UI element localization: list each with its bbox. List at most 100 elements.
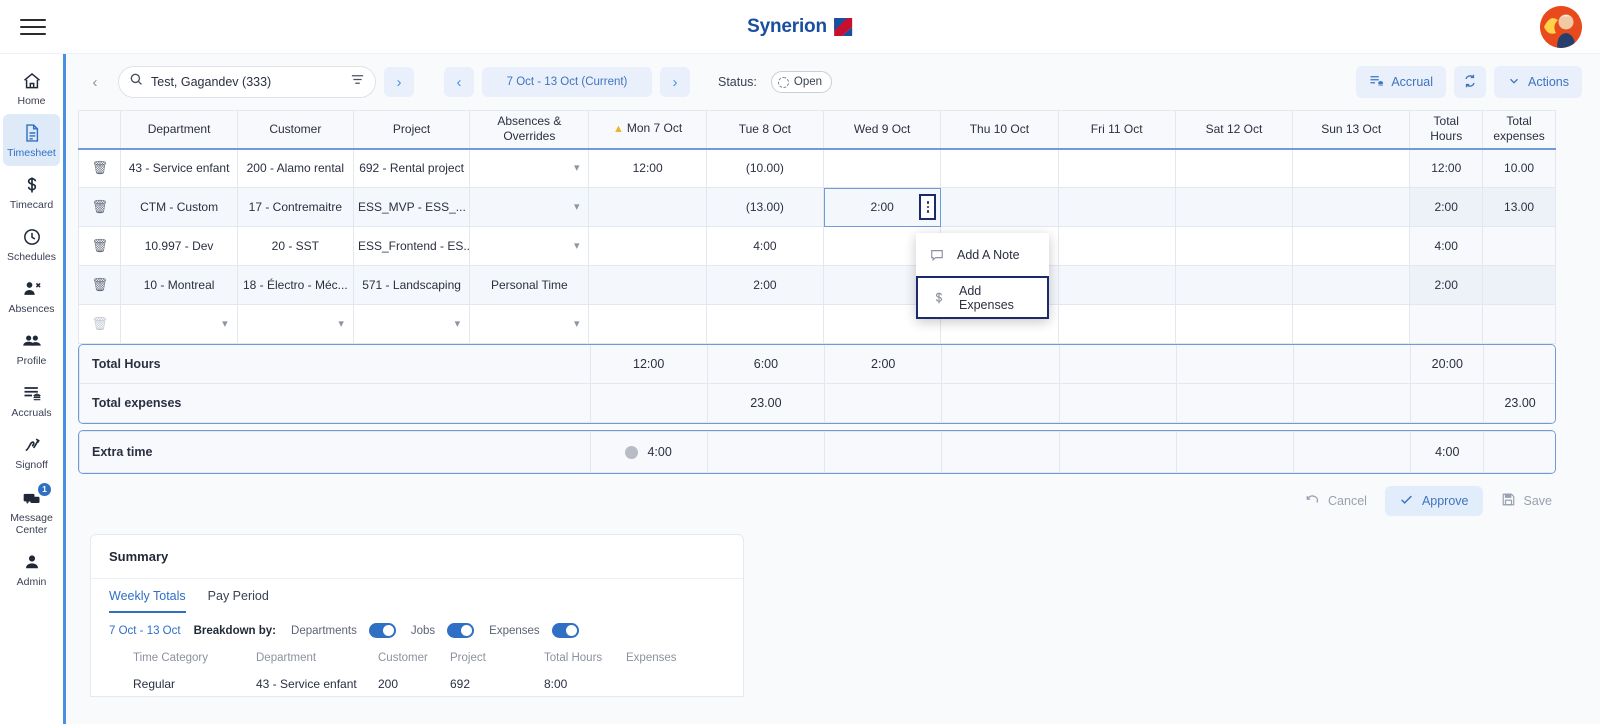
chevron-down-icon bbox=[1507, 74, 1521, 91]
cell-department[interactable]: ▾ bbox=[120, 304, 238, 344]
cell-project[interactable]: ESS_MVP - ESS_... bbox=[352, 187, 471, 227]
cell-day-mon[interactable] bbox=[588, 226, 707, 266]
cell-customer[interactable]: ▾ bbox=[236, 304, 354, 344]
cell-day-fri[interactable] bbox=[1057, 187, 1176, 227]
cell-kebab-menu-button[interactable] bbox=[919, 194, 937, 220]
sum-project: 692 bbox=[450, 677, 471, 691]
filter-icon[interactable] bbox=[350, 72, 365, 92]
cancel-button[interactable]: Cancel bbox=[1291, 486, 1381, 516]
cell-day-sun[interactable] bbox=[1292, 226, 1411, 266]
cell-day-tue[interactable]: (13.00) bbox=[705, 187, 825, 227]
cell-project[interactable]: ESS_Frontend - ES... bbox=[352, 226, 471, 266]
cell-customer[interactable]: 20 - SST bbox=[236, 226, 354, 266]
menu-item-add-expenses[interactable]: Add Expenses bbox=[916, 276, 1049, 319]
sidebar-item-timecard[interactable]: Timecard bbox=[0, 166, 63, 218]
approve-button[interactable]: Approve bbox=[1384, 486, 1483, 516]
menu-item-add-note[interactable]: Add A Note bbox=[916, 233, 1049, 276]
sidebar-item-accruals[interactable]: Accruals bbox=[0, 374, 63, 426]
cell-absences[interactable]: ▾ bbox=[469, 226, 590, 266]
total-expenses-row: Total expenses 23.00 23.00 bbox=[79, 383, 1555, 423]
cell-day-mon[interactable] bbox=[588, 187, 707, 227]
synerion-mark-icon bbox=[832, 16, 853, 37]
cell-day-sat[interactable] bbox=[1174, 148, 1294, 188]
hamburger-icon[interactable] bbox=[20, 15, 54, 39]
cell-day-wed-selected[interactable]: 2:00 bbox=[823, 187, 942, 227]
prev-employee-button[interactable]: ‹ bbox=[80, 67, 110, 97]
user-avatar[interactable] bbox=[1540, 6, 1582, 48]
cell-project[interactable]: ▾ bbox=[352, 304, 471, 344]
delete-row-button[interactable]: 🗑 bbox=[77, 226, 122, 266]
toggle-departments[interactable] bbox=[368, 623, 396, 638]
sum-th-customer: Customer bbox=[378, 652, 428, 664]
th-total-expenses: Total expenses bbox=[1482, 110, 1556, 150]
cell-total-hours: 4:00 bbox=[1409, 226, 1484, 266]
cell-day-sun[interactable] bbox=[1292, 187, 1411, 227]
toggle-expenses[interactable] bbox=[551, 623, 579, 638]
sidebar-item-timesheet[interactable]: Timesheet bbox=[3, 114, 60, 167]
sidebar-item-schedules[interactable]: Schedules bbox=[0, 218, 63, 270]
sum-th-expenses: Expenses bbox=[626, 652, 677, 664]
cell-absences[interactable]: ▾ bbox=[469, 148, 590, 188]
cell-day-fri[interactable] bbox=[1057, 265, 1176, 305]
cell-customer[interactable]: 200 - Alamo rental bbox=[236, 148, 354, 188]
cell-day-mon[interactable] bbox=[588, 265, 707, 305]
dollar-icon bbox=[932, 291, 946, 305]
search-input[interactable] bbox=[151, 75, 343, 89]
delete-row-button[interactable]: 🗑 bbox=[77, 148, 122, 188]
toggle-jobs[interactable] bbox=[447, 623, 475, 638]
cell-day-sat[interactable] bbox=[1174, 265, 1294, 305]
cell-day-sun[interactable] bbox=[1292, 148, 1411, 188]
cell-customer[interactable]: 17 - Contremaitre bbox=[236, 187, 354, 227]
sidebar-item-absences[interactable]: Absences bbox=[0, 270, 63, 322]
cell-total-hours: 2:00 bbox=[1409, 265, 1484, 305]
cell-project[interactable]: 571 - Landscaping bbox=[352, 265, 471, 305]
sidebar-item-message-center[interactable]: 1 Message Center bbox=[0, 479, 63, 543]
cell-day-tue[interactable]: 2:00 bbox=[705, 265, 825, 305]
cell-day-sat[interactable] bbox=[1174, 187, 1294, 227]
cell-day-thu[interactable] bbox=[940, 148, 1059, 188]
period-selector[interactable]: 7 Oct - 13 Oct (Current) bbox=[482, 67, 652, 97]
sidebar-item-home[interactable]: Home bbox=[0, 62, 63, 114]
cell-day-sun[interactable] bbox=[1292, 265, 1411, 305]
employee-search[interactable] bbox=[118, 66, 376, 98]
extra-time-mon-value: 4:00 bbox=[647, 444, 672, 459]
cell-department[interactable]: 10.997 - Dev bbox=[120, 226, 238, 266]
sidebar-item-admin[interactable]: Admin bbox=[0, 543, 63, 595]
cell-department[interactable]: CTM - Custom bbox=[120, 187, 238, 227]
accrual-button[interactable]: Accrual bbox=[1356, 66, 1446, 98]
cell-absences[interactable]: ▾ bbox=[469, 187, 590, 227]
cell-absences[interactable]: ▾ bbox=[469, 304, 590, 344]
cell-day-fri[interactable] bbox=[1057, 148, 1176, 188]
cell-day-mon[interactable]: 12:00 bbox=[588, 148, 707, 188]
delete-row-button[interactable]: 🗑 bbox=[77, 187, 122, 227]
sidebar-item-signoff[interactable]: Signoff bbox=[0, 426, 63, 478]
cell-day-fri[interactable] bbox=[1057, 304, 1176, 344]
cell-absences[interactable]: Personal Time bbox=[469, 265, 590, 305]
refresh-button[interactable] bbox=[1454, 66, 1486, 98]
cell-project[interactable]: 692 - Rental project bbox=[352, 148, 471, 188]
tab-pay-period[interactable]: Pay Period bbox=[208, 589, 269, 613]
cell-day-sat[interactable] bbox=[1174, 226, 1294, 266]
cell-day-fri[interactable] bbox=[1057, 226, 1176, 266]
total-expenses-wed bbox=[824, 383, 943, 423]
extra-time-block: Extra time 4:00 4:00 bbox=[78, 430, 1556, 474]
prev-period-button[interactable]: ‹ bbox=[444, 67, 474, 97]
cell-department[interactable]: 10 - Montreal bbox=[120, 265, 238, 305]
cell-day-tue[interactable]: 4:00 bbox=[705, 226, 825, 266]
cell-day-sun[interactable] bbox=[1292, 304, 1411, 344]
tab-weekly-totals[interactable]: Weekly Totals bbox=[109, 589, 186, 613]
cell-day-tue[interactable] bbox=[705, 304, 825, 344]
cell-day-wed[interactable] bbox=[823, 148, 942, 188]
delete-row-button[interactable]: 🗑 bbox=[77, 265, 122, 305]
cell-day-sat[interactable] bbox=[1174, 304, 1294, 344]
cell-day-mon[interactable] bbox=[588, 304, 707, 344]
sidebar-item-profile[interactable]: Profile bbox=[0, 322, 63, 374]
save-button[interactable]: Save bbox=[1487, 486, 1567, 516]
cell-department[interactable]: 43 - Service enfant bbox=[120, 148, 238, 188]
cell-day-tue[interactable]: (10.00) bbox=[705, 148, 825, 188]
cell-customer[interactable]: 18 - Électro - Méc... bbox=[236, 265, 354, 305]
next-period-button[interactable]: › bbox=[660, 67, 690, 97]
actions-button[interactable]: Actions bbox=[1494, 66, 1582, 98]
cell-day-thu[interactable] bbox=[940, 187, 1059, 227]
next-employee-button[interactable]: › bbox=[384, 67, 414, 97]
